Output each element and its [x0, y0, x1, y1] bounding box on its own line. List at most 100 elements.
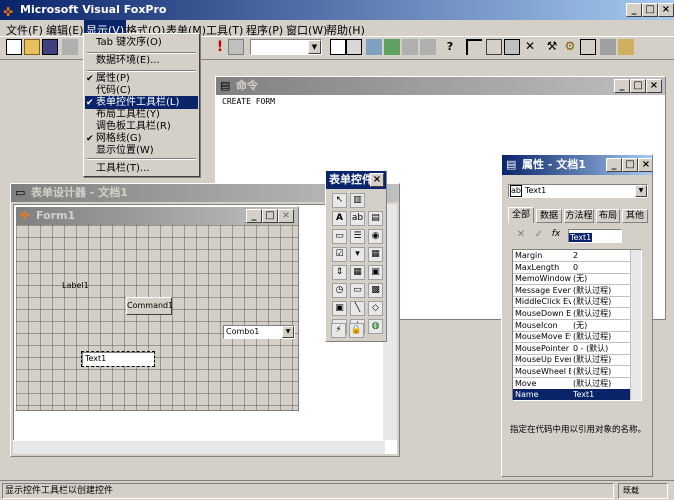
- accept-edit-icon[interactable]: ✓: [532, 229, 546, 243]
- property-row[interactable]: MouseMove Event(默认过程): [513, 331, 641, 344]
- menu-item-show-position[interactable]: 显示位置(W): [85, 144, 198, 157]
- close-button[interactable]: ×: [658, 3, 674, 17]
- property-row[interactable]: MouseDown Event(默认过程): [513, 308, 641, 320]
- shape-tool-icon[interactable]: ◇: [368, 301, 383, 316]
- controls-toolbar-title: 表单控件: [329, 173, 373, 186]
- command-minimize-button[interactable]: _: [614, 79, 630, 93]
- controls-toolbar-close-button[interactable]: ×: [370, 173, 384, 187]
- tab-methods[interactable]: 方法程: [564, 209, 594, 223]
- property-name: MouseIcon: [515, 320, 558, 330]
- property-row[interactable]: Name Text1: [513, 389, 641, 400]
- text1-control[interactable]: Text1: [81, 351, 155, 367]
- grid-icon[interactable]: [504, 39, 520, 55]
- menu-item-toolbars[interactable]: 工具栏(T)...: [85, 162, 198, 175]
- toolbar-combo[interactable]: ▼: [250, 39, 322, 55]
- command-maximize-button[interactable]: □: [630, 79, 646, 93]
- property-edit-field[interactable]: Text1: [568, 229, 622, 243]
- oleboundcontrol-tool-icon[interactable]: ▣: [332, 301, 347, 316]
- property-row[interactable]: MaxLength 0: [513, 262, 641, 274]
- hammer-icon[interactable]: ⚒: [544, 39, 560, 55]
- new-file-icon[interactable]: [6, 39, 22, 55]
- checkbox-tool-icon[interactable]: ☑: [332, 247, 347, 262]
- tree-icon[interactable]: [486, 39, 502, 55]
- label1-control[interactable]: Label1: [62, 281, 89, 290]
- open-folder-icon[interactable]: [24, 39, 40, 55]
- property-row[interactable]: Move (默认过程): [513, 378, 641, 390]
- property-row[interactable]: MousePointer 0 - (默认): [513, 343, 641, 355]
- commandbutton-tool-icon[interactable]: ▭: [332, 229, 347, 244]
- form-icon[interactable]: [228, 39, 244, 55]
- exclamation-icon[interactable]: !: [212, 39, 228, 55]
- line-tool-icon[interactable]: ╲: [350, 301, 365, 316]
- class-icon[interactable]: [618, 39, 634, 55]
- properties-minimize-button[interactable]: _: [606, 158, 622, 172]
- tab-layout[interactable]: 布局: [596, 209, 620, 223]
- function-icon[interactable]: fx: [548, 229, 564, 243]
- textbox-tool-icon[interactable]: ab: [350, 211, 365, 226]
- property-row[interactable]: Margin 2: [513, 250, 641, 262]
- form1-canvas[interactable]: [16, 225, 298, 410]
- command1-control[interactable]: Command1: [126, 297, 173, 315]
- property-row[interactable]: MouseIcon (无): [513, 320, 641, 332]
- commandgroup-tool-icon[interactable]: ☰: [350, 229, 365, 244]
- menu-item-tab-order[interactable]: Tab 键次序(O): [85, 36, 198, 49]
- save-icon[interactable]: [42, 39, 58, 55]
- print-icon[interactable]: [62, 39, 78, 55]
- builder-wand-icon[interactable]: ⚡: [331, 323, 346, 338]
- grid-tool-icon[interactable]: ▦: [350, 265, 365, 280]
- spinner-tool-icon[interactable]: ⇕: [332, 265, 347, 280]
- report-icon[interactable]: [346, 39, 362, 55]
- fox-icon: ✜: [3, 5, 14, 19]
- tools-icon[interactable]: ✕: [522, 39, 538, 55]
- property-grid: Margin 2 MaxLength 0 MemoWindow (无) Message Ev…: [512, 249, 642, 401]
- data-icon[interactable]: [366, 39, 382, 55]
- connect-icon[interactable]: [402, 39, 418, 55]
- property-row[interactable]: Message Event (默认过程): [513, 285, 641, 297]
- command-close-button[interactable]: ×: [646, 79, 662, 93]
- properties-close-button[interactable]: ×: [638, 158, 652, 172]
- property-row[interactable]: MiddleClick Event(默认过程): [513, 296, 641, 309]
- table-icon[interactable]: [330, 39, 346, 55]
- image-tool-icon[interactable]: ▣: [368, 265, 383, 280]
- builder-icon[interactable]: [384, 39, 400, 55]
- listbox-tool-icon[interactable]: ▦: [368, 247, 383, 262]
- wizard-icon[interactable]: [600, 39, 616, 55]
- properties-maximize-button[interactable]: □: [622, 158, 638, 172]
- pageframe-tool-icon[interactable]: ▭: [350, 283, 365, 298]
- label-tool-icon[interactable]: A: [332, 211, 347, 226]
- tab-other[interactable]: 其他: [622, 209, 648, 223]
- minimize-button[interactable]: _: [626, 3, 642, 17]
- form1-window[interactable]: ✜ Form1 _ □ × Label1 Command1 Combo1 ▼ T…: [15, 206, 299, 411]
- cancel-edit-icon[interactable]: ✕: [514, 229, 528, 243]
- combobox-tool-icon[interactable]: ▾: [350, 247, 365, 262]
- property-row[interactable]: MouseUp Event(默认过程): [513, 354, 641, 367]
- optiongroup-tool-icon[interactable]: ◉: [368, 229, 383, 244]
- property-row[interactable]: MouseWheel Event(默认过程): [513, 366, 641, 378]
- combo1-control[interactable]: Combo1 ▼: [223, 325, 295, 339]
- help-icon[interactable]: ?: [442, 39, 458, 55]
- oleobject-tool-icon[interactable]: ▩: [368, 283, 383, 298]
- tab-data[interactable]: 数据: [536, 209, 562, 223]
- property-name: MousePointer: [515, 343, 570, 353]
- view-classes-icon[interactable]: ▥: [350, 193, 365, 208]
- property-row[interactable]: MemoWindow (无): [513, 273, 641, 286]
- form1-close-button[interactable]: ×: [278, 209, 294, 223]
- object-selector[interactable]: ab Text1 ▼: [508, 184, 648, 198]
- gear-icon[interactable]: ⚙: [562, 39, 578, 55]
- pointer-tool-icon[interactable]: ↖: [332, 193, 347, 208]
- browse-icon[interactable]: [420, 39, 436, 55]
- layout-icon[interactable]: [466, 39, 482, 55]
- maximize-button[interactable]: □: [642, 3, 658, 17]
- command-text[interactable]: CREATE FORM: [222, 97, 275, 106]
- editbox-tool-icon[interactable]: ▤: [368, 211, 383, 226]
- timer-tool-icon[interactable]: ◷: [332, 283, 347, 298]
- menu-item-data-environment[interactable]: 数据环境(E)...: [85, 54, 198, 67]
- property-scrollbar[interactable]: [630, 250, 641, 400]
- lock-icon[interactable]: 🔒: [349, 323, 364, 338]
- tab-all[interactable]: 全部: [508, 207, 534, 223]
- code-icon[interactable]: [580, 39, 596, 55]
- form1-minimize-button[interactable]: _: [246, 209, 262, 223]
- form1-maximize-button[interactable]: □: [262, 209, 278, 223]
- hyperlink-tool-icon[interactable]: ◍: [368, 319, 383, 334]
- form-designer-hscrollbar[interactable]: [13, 440, 385, 454]
